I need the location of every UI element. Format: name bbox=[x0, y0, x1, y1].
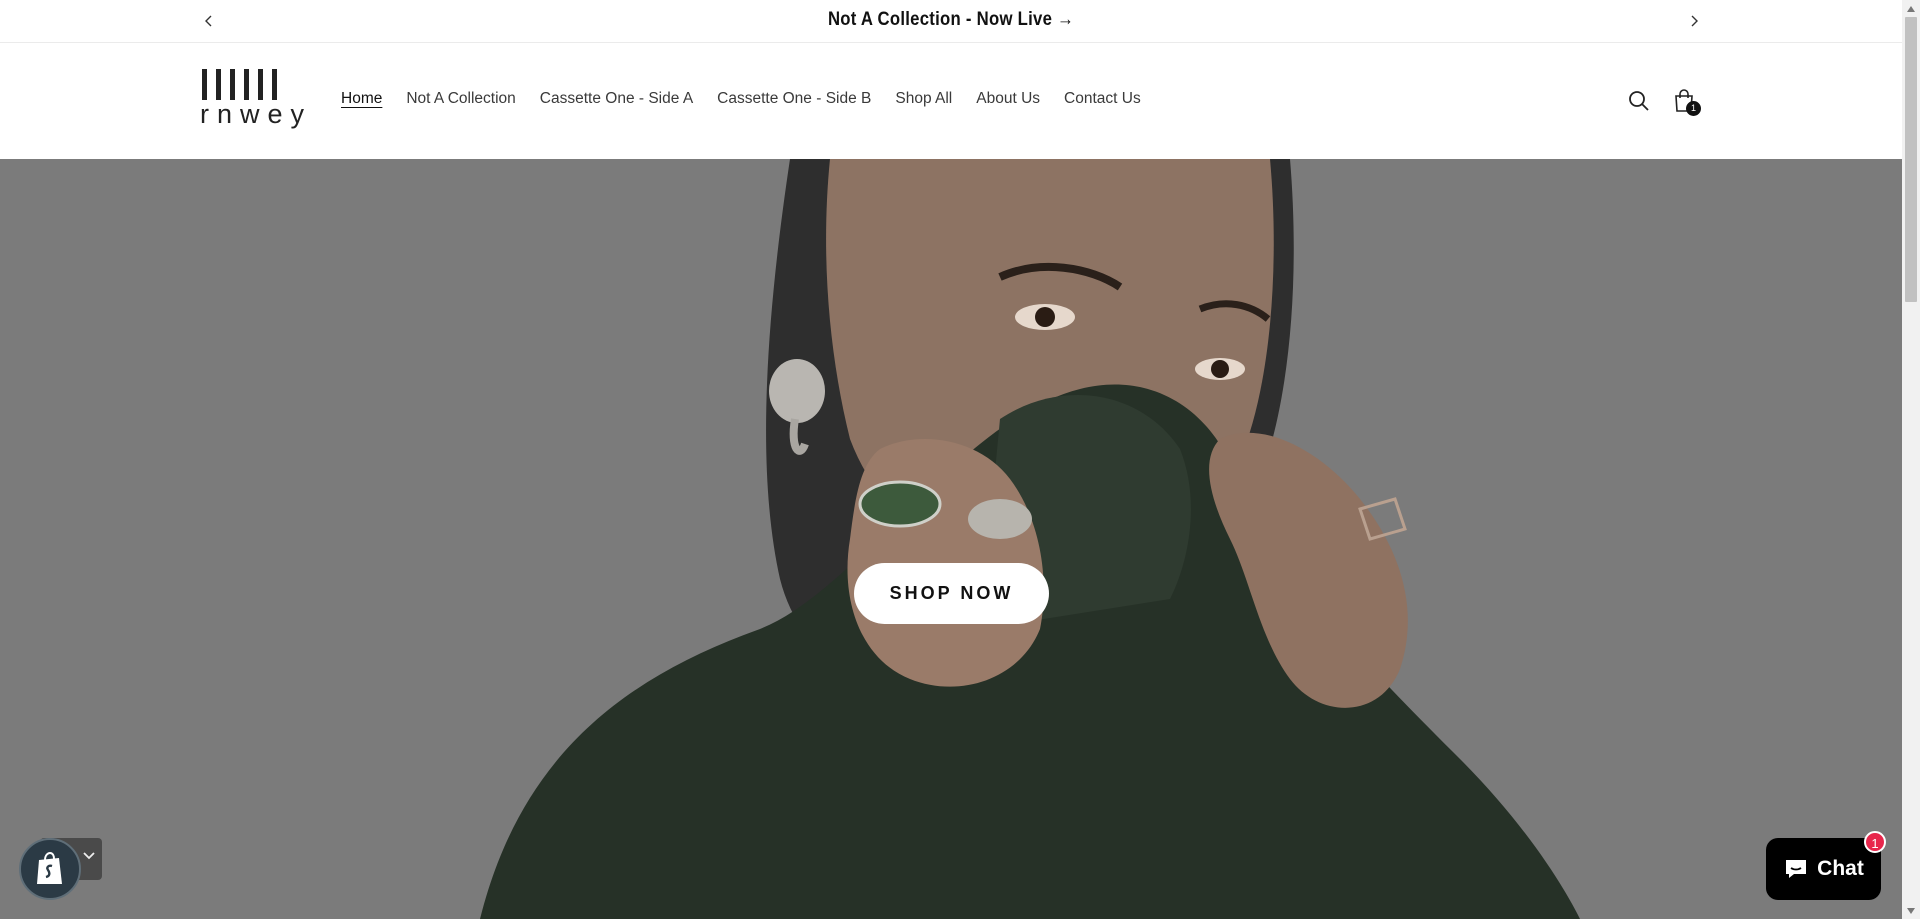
scrollbar-thumb[interactable] bbox=[1905, 17, 1917, 302]
shopify-badge[interactable] bbox=[19, 838, 81, 900]
nav-item-shop-all[interactable]: Shop All bbox=[895, 90, 952, 108]
announcement-message: Not A Collection - Now Live → bbox=[114, 9, 1788, 31]
nav-item-not-a-collection[interactable]: Not A Collection bbox=[406, 90, 515, 108]
nav-item-home[interactable]: Home bbox=[341, 90, 382, 108]
announcement-next-button[interactable] bbox=[1684, 11, 1704, 31]
site-header: rnwey Home Not A Collection Cassette One… bbox=[0, 43, 1902, 159]
nav-item-about-us[interactable]: About Us bbox=[976, 90, 1040, 108]
shop-now-button[interactable]: SHOP NOW bbox=[854, 563, 1049, 624]
chevron-right-icon bbox=[1691, 15, 1698, 27]
shopify-bag-icon bbox=[37, 852, 62, 884]
page-scrollbar[interactable] bbox=[1902, 0, 1920, 919]
site-logo[interactable]: rnwey bbox=[200, 69, 304, 133]
chevron-down-icon bbox=[83, 852, 95, 860]
triangle-up-icon bbox=[1907, 5, 1915, 12]
cart-button[interactable]: 1 bbox=[1668, 85, 1701, 117]
scroll-up-button[interactable] bbox=[1902, 0, 1920, 17]
announcement-bar: Not A Collection - Now Live → bbox=[0, 0, 1902, 43]
nav-item-cassette-one-side-a[interactable]: Cassette One - Side A bbox=[540, 90, 693, 108]
scroll-down-button[interactable] bbox=[1902, 902, 1920, 919]
search-icon bbox=[1629, 91, 1649, 111]
chat-label: Chat bbox=[1817, 857, 1864, 880]
announcement-link[interactable]: Not A Collection - Now Live → bbox=[828, 9, 1074, 30]
chat-bubble-icon bbox=[1786, 860, 1807, 878]
logo-bars bbox=[202, 69, 304, 100]
hero-banner: SHOP NOW bbox=[0, 159, 1902, 919]
hero-image bbox=[0, 159, 1902, 919]
chat-unread-badge: 1 bbox=[1864, 831, 1886, 853]
cart-count-badge: 1 bbox=[1686, 101, 1701, 116]
chat-button[interactable]: Chat bbox=[1766, 838, 1881, 900]
nav-item-contact-us[interactable]: Contact Us bbox=[1064, 90, 1141, 108]
main-nav: Home Not A Collection Cassette One - Sid… bbox=[341, 90, 1141, 108]
nav-item-cassette-one-side-b[interactable]: Cassette One - Side B bbox=[717, 90, 871, 108]
triangle-down-icon bbox=[1907, 907, 1915, 914]
logo-text: rnwey bbox=[200, 99, 313, 129]
search-button[interactable] bbox=[1623, 85, 1655, 117]
